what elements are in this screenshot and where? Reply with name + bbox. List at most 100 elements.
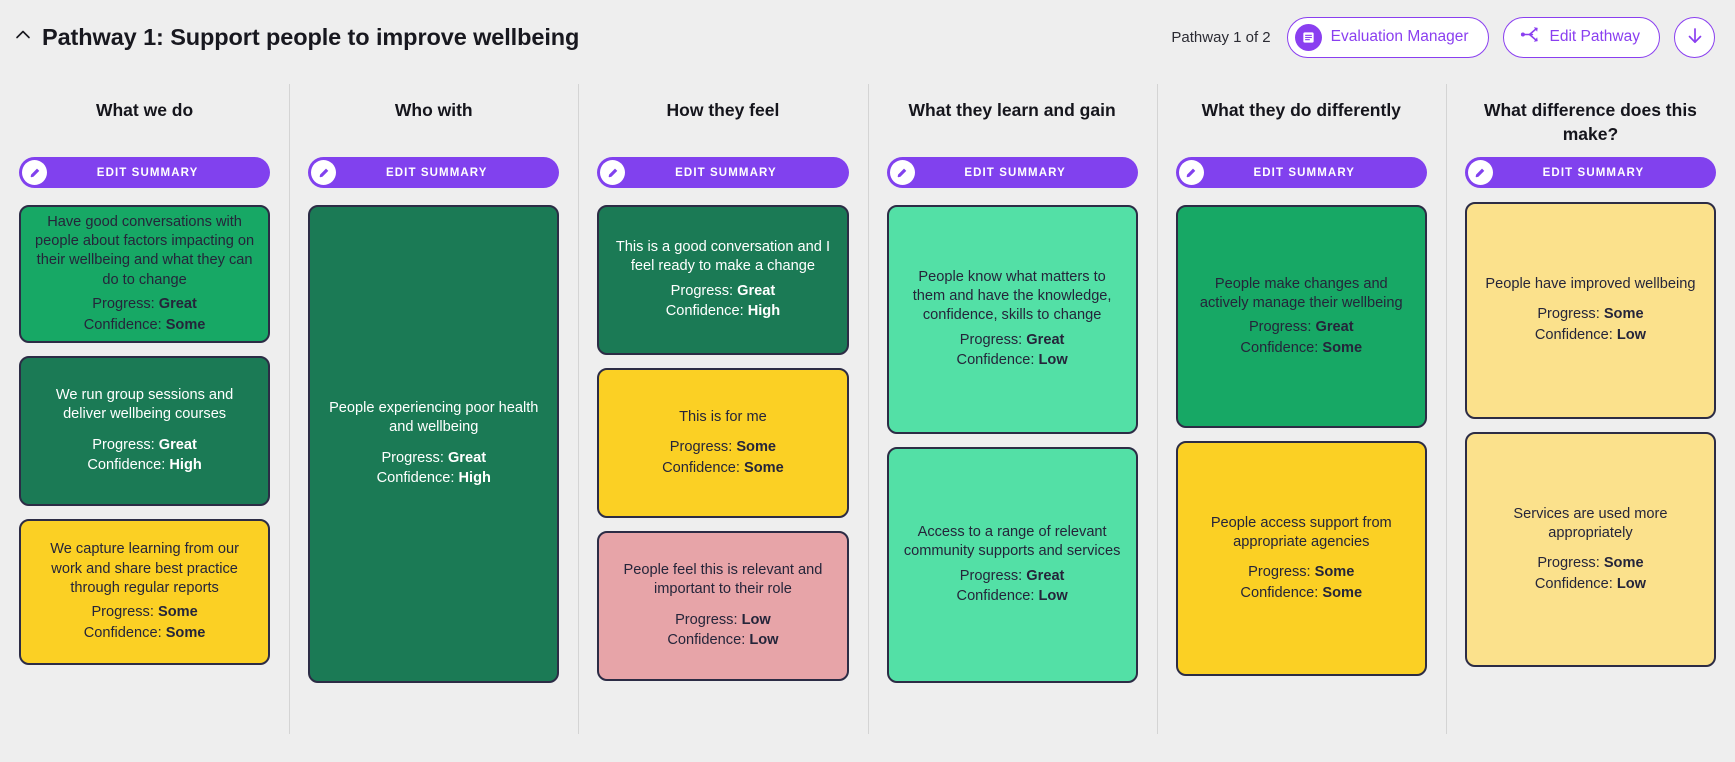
card-meta: Progress: Great Confidence: Low — [957, 330, 1068, 371]
progress-value: Low — [741, 611, 771, 628]
list-document-icon — [1294, 23, 1322, 51]
edit-summary-button[interactable]: EDIT SUMMARY — [308, 157, 560, 188]
confidence-label: Confidence: — [1240, 584, 1319, 601]
column-what-they-learn-and-gain: What they learn and gain EDIT SUMMARY Pe… — [867, 74, 1157, 762]
progress-label: Progress: — [959, 567, 1023, 584]
card-text: We capture learning from our work and sh… — [50, 541, 239, 596]
edit-pathway-label: Edit Pathway — [1549, 28, 1640, 46]
card-text: People make changes and actively manage … — [1199, 275, 1403, 311]
edit-summary-button[interactable]: EDIT SUMMARY — [1464, 157, 1717, 188]
progress-label: Progress: — [381, 449, 444, 466]
column-what-we-do: What we do EDIT SUMMARY Have good conver… — [0, 74, 289, 762]
card-meta: Progress: Great Confidence: High — [87, 435, 201, 476]
card-meta: Progress: Great Confidence: High — [666, 281, 780, 322]
edit-pathway-button[interactable]: Edit Pathway — [1502, 16, 1660, 58]
progress-label: Progress: — [92, 436, 155, 453]
edit-summary-label: EDIT SUMMARY — [1542, 166, 1645, 179]
card-list: People experiencing poor health and well… — [308, 205, 560, 762]
download-button[interactable] — [1674, 16, 1715, 58]
progress-value: Some — [736, 438, 777, 455]
progress-label: Progress: — [1537, 306, 1600, 323]
card-list: People know what matters to them and hav… — [886, 205, 1138, 762]
card-meta: Progress: Low Confidence: Low — [667, 610, 778, 651]
pathway-card[interactable]: Have good conversations with people abou… — [19, 205, 271, 343]
column-title: Who with — [394, 100, 473, 120]
pathway-card[interactable]: Services are used more appropriately Pro… — [1464, 432, 1717, 667]
card-text: Have good conversations with people abou… — [35, 213, 255, 288]
confidence-value: Low — [1038, 352, 1068, 369]
chevron-up-icon[interactable] — [14, 26, 32, 44]
pathway-counter: Pathway 1 of 2 — [1171, 28, 1271, 46]
confidence-value: Low — [749, 632, 779, 649]
card-list: People have improved wellbeing Progress:… — [1464, 202, 1717, 762]
confidence-label: Confidence: — [662, 459, 740, 476]
pathway-card[interactable]: This is for me Progress: Some Confidence… — [597, 368, 849, 518]
card-meta: Progress: Great Confidence: Some — [1240, 317, 1362, 358]
pencil-icon — [311, 160, 337, 185]
pathway-card[interactable]: People access support from appropriate a… — [1175, 441, 1427, 676]
column-title: What difference does this make? — [1483, 100, 1697, 144]
progress-label: Progress: — [675, 611, 738, 628]
pencil-icon — [600, 160, 626, 185]
progress-value: Some — [1603, 555, 1644, 572]
confidence-label: Confidence: — [667, 632, 746, 649]
card-text: We run group sessions and deliver wellbe… — [55, 387, 234, 423]
column-title: How they feel — [666, 100, 780, 120]
card-meta: Progress: Some Confidence: Some — [84, 602, 206, 643]
confidence-label: Confidence: — [1240, 339, 1319, 356]
progress-value: Great — [1026, 331, 1065, 348]
edit-summary-button[interactable]: EDIT SUMMARY — [597, 157, 849, 188]
card-meta: Progress: Some Confidence: Low — [1535, 553, 1646, 594]
pathway-card[interactable]: This is a good conversation and I feel r… — [597, 205, 849, 355]
card-text: This is for me — [679, 408, 767, 425]
progress-value: Some — [1603, 306, 1644, 323]
edit-summary-button[interactable]: EDIT SUMMARY — [1175, 157, 1427, 188]
pathway-card[interactable]: People know what matters to them and hav… — [886, 205, 1138, 434]
progress-value: Great — [1026, 567, 1065, 584]
column-title: What we do — [95, 100, 194, 120]
pathway-card[interactable]: We capture learning from our work and sh… — [19, 519, 271, 665]
confidence-value: Low — [1038, 588, 1068, 605]
progress-value: Great — [158, 436, 197, 453]
confidence-label: Confidence: — [1534, 575, 1613, 592]
page-title: Pathway 1: Support people to improve wel… — [42, 23, 580, 50]
evaluation-manager-button[interactable]: Evaluation Manager — [1286, 16, 1489, 58]
progress-value: Some — [157, 604, 198, 621]
confidence-label: Confidence: — [956, 352, 1035, 369]
card-text: People experiencing poor health and well… — [329, 400, 539, 436]
column-who-with: Who with EDIT SUMMARY People experiencin… — [289, 74, 578, 762]
pathway-card[interactable]: People feel this is relevant and importa… — [597, 531, 849, 681]
card-text: People have improved wellbeing — [1485, 276, 1696, 293]
pathway-card[interactable]: People make changes and actively manage … — [1175, 205, 1427, 428]
card-text: This is a good conversation and I feel r… — [615, 239, 831, 275]
pathway-card[interactable]: We run group sessions and deliver wellbe… — [19, 356, 271, 506]
progress-value: Great — [737, 282, 776, 299]
confidence-value: Low — [1616, 575, 1647, 592]
card-text: People access support from appropriate a… — [1210, 514, 1392, 550]
pathway-card[interactable]: People have improved wellbeing Progress:… — [1464, 202, 1717, 419]
top-bar: Pathway 1: Support people to improve wel… — [0, 0, 1735, 74]
progress-label: Progress: — [670, 282, 734, 299]
evaluation-manager-label: Evaluation Manager — [1330, 28, 1469, 46]
pencil-icon — [1178, 160, 1204, 185]
confidence-value: Low — [1616, 327, 1647, 344]
card-meta: Progress: Some Confidence: Low — [1535, 304, 1646, 345]
pathway-card[interactable]: People experiencing poor health and well… — [308, 205, 560, 683]
edit-summary-label: EDIT SUMMARY — [964, 166, 1066, 179]
card-text: Services are used more appropriately — [1513, 505, 1668, 541]
column-title: What they do differently — [1201, 100, 1401, 120]
share-network-icon — [1520, 25, 1541, 49]
pathway-card[interactable]: Access to a range of relevant community … — [886, 447, 1138, 683]
card-meta: Progress: Great Confidence: Some — [84, 294, 206, 335]
edit-summary-button[interactable]: EDIT SUMMARY — [886, 157, 1138, 188]
column-how-they-feel: How they feel EDIT SUMMARY This is a goo… — [578, 74, 867, 762]
edit-summary-button[interactable]: EDIT SUMMARY — [19, 157, 271, 188]
progress-label: Progress: — [1248, 319, 1312, 336]
top-bar-actions: Pathway 1 of 2 Evaluation Manager Edit P… — [1171, 16, 1715, 58]
pathway-board: What we do EDIT SUMMARY Have good conver… — [0, 74, 1735, 762]
card-list: Have good conversations with people abou… — [19, 205, 271, 762]
progress-value: Great — [158, 295, 197, 312]
confidence-label: Confidence: — [956, 588, 1035, 605]
edit-summary-label: EDIT SUMMARY — [1253, 166, 1356, 179]
confidence-value: Some — [165, 624, 206, 641]
